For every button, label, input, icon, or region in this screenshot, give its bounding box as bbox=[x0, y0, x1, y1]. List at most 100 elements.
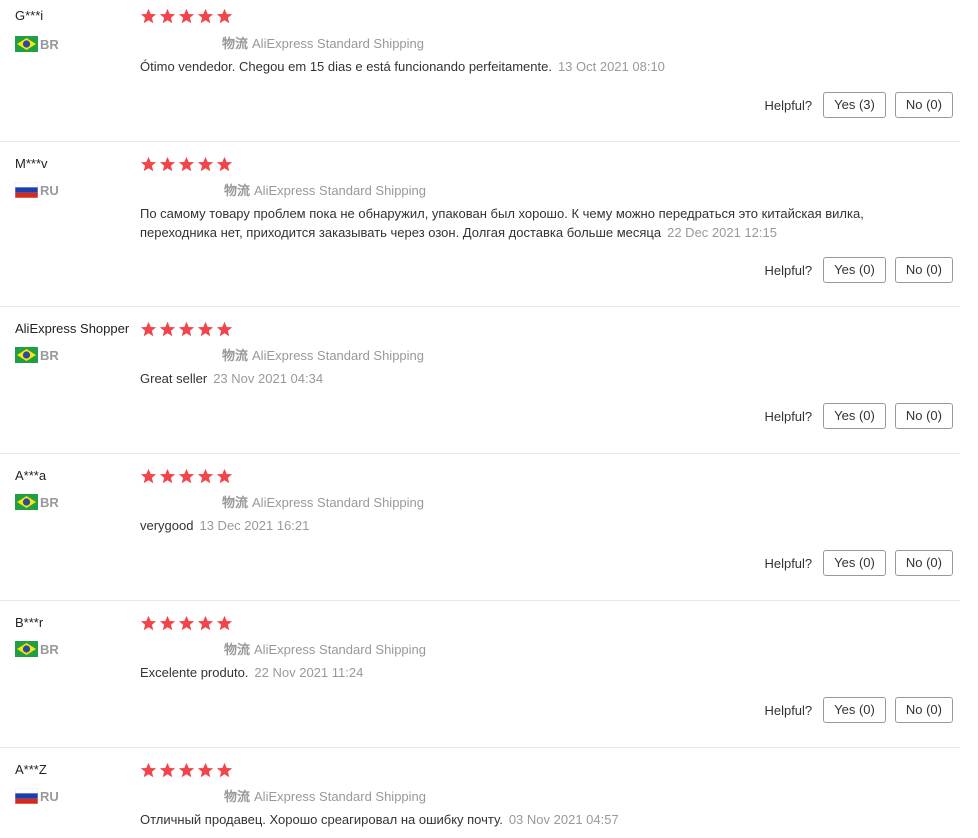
review-content: Excelente produto. 22 Nov 2021 11:24 bbox=[140, 663, 865, 682]
shipping-info: 物流 AliExpress Standard Shipping bbox=[224, 786, 426, 805]
star-icon bbox=[197, 156, 214, 172]
review-item: A***Z RU 物流 AliExpress Standard Shipping … bbox=[0, 748, 960, 838]
shipping-method: AliExpress Standard Shipping bbox=[254, 183, 427, 198]
star-icon bbox=[159, 156, 176, 172]
star-icon bbox=[197, 615, 214, 631]
reviewer-name: A***a bbox=[15, 468, 47, 483]
helpful-yes-button[interactable]: Yes (0) bbox=[823, 697, 886, 723]
russia-flag-icon bbox=[15, 788, 38, 804]
helpful-label: Helpful? bbox=[764, 702, 813, 718]
shipping-method: AliExpress Standard Shipping bbox=[254, 789, 427, 804]
country-code: BR bbox=[40, 494, 59, 510]
reviewer-name: A***Z bbox=[15, 762, 47, 777]
shipping-info: 物流 AliExpress Standard Shipping bbox=[224, 180, 426, 199]
reviewer-country: RU bbox=[15, 788, 59, 804]
russia-flag-icon bbox=[15, 182, 38, 198]
helpful-vote: Helpful? Yes (3) No (0) bbox=[764, 92, 953, 118]
star-icon bbox=[140, 321, 157, 337]
review-item: B***r BR 物流 AliExpress Standard Shipping … bbox=[0, 601, 960, 748]
star-icon bbox=[178, 762, 195, 778]
helpful-vote: Helpful? Yes (0) No (0) bbox=[764, 550, 953, 576]
star-icon bbox=[216, 615, 233, 631]
reviewer-name: AliExpress Shopper bbox=[15, 321, 130, 336]
shipping-info: 物流 AliExpress Standard Shipping bbox=[222, 33, 424, 52]
helpful-label: Helpful? bbox=[764, 97, 813, 113]
helpful-label: Helpful? bbox=[764, 262, 813, 278]
star-icon bbox=[197, 468, 214, 484]
country-code: RU bbox=[40, 788, 59, 804]
star-icon bbox=[216, 8, 233, 24]
star-rating bbox=[140, 468, 233, 485]
star-icon bbox=[159, 8, 176, 24]
review-date: 23 Nov 2021 04:34 bbox=[213, 371, 324, 386]
helpful-no-button[interactable]: No (0) bbox=[894, 257, 953, 283]
shipping-label: 物流 bbox=[222, 36, 249, 51]
helpful-no-button[interactable]: No (0) bbox=[894, 550, 953, 576]
shipping-method: AliExpress Standard Shipping bbox=[252, 495, 425, 510]
review-item: M***v RU 物流 AliExpress Standard Shipping … bbox=[0, 142, 960, 307]
review-date: 13 Dec 2021 16:21 bbox=[199, 518, 310, 533]
reviewer-country: BR bbox=[15, 36, 59, 52]
star-icon bbox=[178, 468, 195, 484]
helpful-vote: Helpful? Yes (0) No (0) bbox=[764, 697, 953, 723]
helpful-no-button[interactable]: No (0) bbox=[894, 403, 953, 429]
review-content: Ótimo vendedor. Chegou em 15 dias e está… bbox=[140, 57, 865, 76]
helpful-yes-button[interactable]: Yes (0) bbox=[823, 257, 886, 283]
review-item: AliExpress Shopper BR 物流 AliExpress Stand… bbox=[0, 307, 960, 454]
review-text: Excelente produto. bbox=[140, 665, 249, 680]
shipping-method: AliExpress Standard Shipping bbox=[252, 36, 425, 51]
helpful-yes-button[interactable]: Yes (0) bbox=[823, 403, 886, 429]
star-icon bbox=[140, 8, 157, 24]
review-date: 22 Dec 2021 12:15 bbox=[667, 225, 777, 240]
star-icon bbox=[216, 468, 233, 484]
helpful-no-button[interactable]: No (0) bbox=[894, 92, 953, 118]
reviewer-name: B***r bbox=[15, 615, 44, 630]
shipping-info: 物流 AliExpress Standard Shipping bbox=[224, 639, 426, 658]
star-icon bbox=[159, 468, 176, 484]
country-code: RU bbox=[40, 182, 59, 198]
shipping-label: 物流 bbox=[222, 348, 249, 363]
country-code: BR bbox=[40, 347, 59, 363]
star-icon bbox=[178, 156, 195, 172]
star-icon bbox=[159, 321, 176, 337]
star-rating bbox=[140, 762, 233, 779]
star-rating bbox=[140, 615, 233, 632]
helpful-yes-button[interactable]: Yes (3) bbox=[823, 92, 886, 118]
reviewer-country: BR bbox=[15, 641, 59, 657]
review-text: Отличный продавец. Хорошо среагировал на… bbox=[140, 812, 503, 827]
shipping-label: 物流 bbox=[222, 495, 249, 510]
reviewer-country: BR bbox=[15, 494, 59, 510]
shipping-label: 物流 bbox=[224, 183, 251, 198]
review-content: По самому товару проблем пока не обнаруж… bbox=[140, 204, 865, 242]
shipping-method: AliExpress Standard Shipping bbox=[254, 642, 427, 657]
star-icon bbox=[216, 762, 233, 778]
star-icon bbox=[140, 468, 157, 484]
review-text: Ótimo vendedor. Chegou em 15 dias e está… bbox=[140, 59, 552, 74]
helpful-yes-button[interactable]: Yes (0) bbox=[823, 550, 886, 576]
star-icon bbox=[159, 615, 176, 631]
helpful-vote: Helpful? Yes (0) No (0) bbox=[764, 403, 953, 429]
star-icon bbox=[140, 156, 157, 172]
star-rating bbox=[140, 321, 233, 338]
shipping-label: 物流 bbox=[224, 642, 251, 657]
shipping-method: AliExpress Standard Shipping bbox=[252, 348, 425, 363]
star-icon bbox=[140, 615, 157, 631]
review-content: Отличный продавец. Хорошо среагировал на… bbox=[140, 810, 865, 829]
review-text: Great seller bbox=[140, 371, 208, 386]
helpful-no-button[interactable]: No (0) bbox=[894, 697, 953, 723]
star-icon bbox=[197, 8, 214, 24]
country-code: BR bbox=[40, 641, 59, 657]
star-icon bbox=[178, 615, 195, 631]
helpful-vote: Helpful? Yes (0) No (0) bbox=[764, 257, 953, 283]
star-icon bbox=[178, 8, 195, 24]
reviewer-country: BR bbox=[15, 347, 59, 363]
review-date: 13 Oct 2021 08:10 bbox=[557, 59, 665, 74]
helpful-label: Helpful? bbox=[764, 555, 813, 571]
reviewer-country: RU bbox=[15, 182, 59, 198]
star-icon bbox=[216, 156, 233, 172]
country-code: BR bbox=[40, 36, 59, 52]
shipping-label: 物流 bbox=[224, 789, 251, 804]
shipping-info: 物流 AliExpress Standard Shipping bbox=[222, 492, 424, 511]
star-icon bbox=[197, 321, 214, 337]
star-icon bbox=[216, 321, 233, 337]
